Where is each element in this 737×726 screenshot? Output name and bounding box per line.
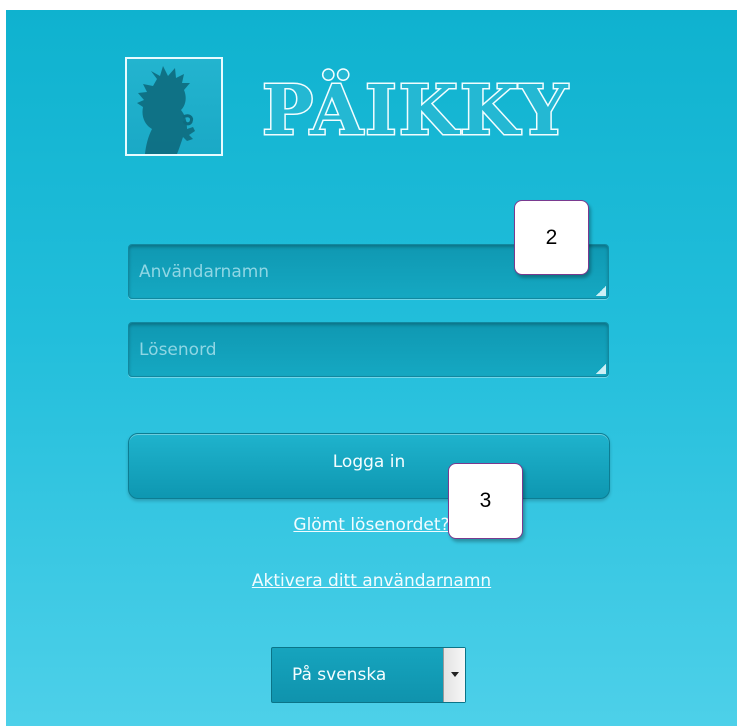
brand-wordmark: PÄIKKY <box>261 69 570 153</box>
brand-name: PÄIKKY <box>262 70 570 151</box>
language-select[interactable]: På svenska <box>271 647 466 703</box>
logo-box <box>125 57 223 156</box>
child-silhouette-icon <box>137 66 195 154</box>
language-selected-value: På svenska <box>292 665 387 685</box>
language-dropdown-button[interactable] <box>443 648 465 702</box>
password-input[interactable] <box>129 323 608 376</box>
forgot-password-link[interactable]: Glömt lösenordet? <box>6 515 737 535</box>
login-panel: PÄIKKY Logga in Glömt lösenordet? Aktive… <box>6 10 737 726</box>
chevron-down-icon <box>451 672 459 677</box>
resize-grip-icon[interactable] <box>596 364 606 374</box>
activate-username-link[interactable]: Aktivera ditt användarnamn <box>6 571 737 591</box>
login-button[interactable]: Logga in <box>128 433 610 499</box>
annotation-callout-2: 2 <box>514 200 589 275</box>
resize-grip-icon[interactable] <box>596 286 606 296</box>
password-field-wrap <box>128 322 609 377</box>
annotation-callout-3: 3 <box>448 463 523 539</box>
